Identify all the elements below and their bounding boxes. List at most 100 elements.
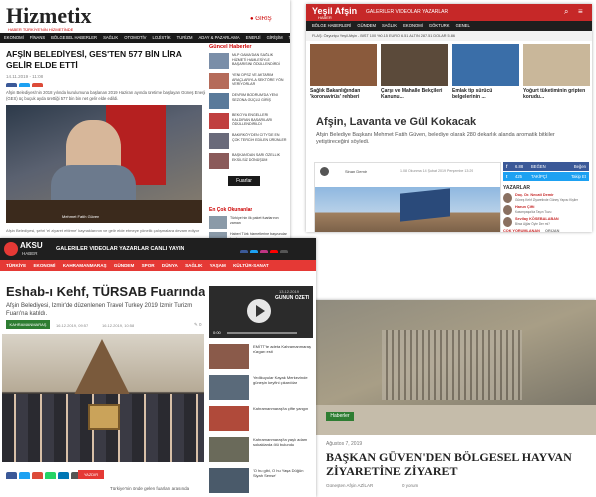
rss-icon[interactable]	[280, 250, 288, 253]
youtube-icon[interactable]	[270, 250, 278, 253]
comment-count[interactable]: ✎ 0	[194, 322, 202, 328]
nav-item[interactable]: CANLI YAYIN	[150, 246, 184, 252]
nav-item[interactable]: GİRİŞİM	[267, 35, 283, 40]
nav-item[interactable]: SAĞLIK	[185, 263, 202, 268]
nav-item[interactable]: TEKNOLOJİ	[289, 35, 290, 40]
side-news-item[interactable]: Yedikuyular Kayak Merkezinde güneşin key…	[209, 373, 313, 402]
nav-item[interactable]: FİNANS	[30, 35, 45, 40]
writer-note: Biraz Ağlar Öyle Der mi?	[515, 222, 550, 226]
nav-item[interactable]: KAHRAMANMARAŞ	[63, 263, 107, 268]
nav-item[interactable]: EKONOMİ	[4, 35, 24, 40]
writer-item[interactable]: Sevilay KÖSEBALABAN Biraz Ağlar Öyle Der …	[503, 217, 589, 228]
hizmetix-nav: EKONOMİ FİNANS BÖLGESEL HABERLER SAĞLIK OTOM…	[0, 33, 290, 43]
category-tag[interactable]: Haberler	[326, 412, 354, 421]
twitter-share-icon[interactable]	[19, 83, 30, 87]
writer-item[interactable]: Doç. Dr. Necati Demir Güneş Kehf Ziyareti…	[503, 193, 589, 204]
featured-card[interactable]: Çarşı ve Mahalle Bekçileri Kanunu...	[381, 44, 448, 109]
side-news-item[interactable]: Kahramanmaraş'ta yaşlı adam sokaklarda ö…	[209, 435, 313, 464]
nav-item[interactable]: TÜRKİYE	[6, 263, 26, 268]
facebook-share-icon[interactable]	[6, 83, 17, 87]
card-title: Emlak tip sürücü belgelerinin ...	[452, 88, 493, 100]
side-news-item[interactable]: 'O hu gibi, O hu Yaşa Düğün Siyah Sense'	[209, 466, 313, 495]
article-headline[interactable]: AFŞİN BELEDİYESİ, GES'TEN 577 BİN LİRA G…	[6, 49, 206, 71]
nav-item[interactable]: VİDEOLAR	[395, 9, 420, 15]
writer-item[interactable]: Harun Çifti Kasımpaşa'da Taşın Tuzu	[503, 205, 589, 216]
card-image	[310, 44, 377, 86]
nav-item[interactable]: EKONOMİ	[33, 263, 55, 268]
writer-name: Sevilay KÖSEBALABAN	[515, 217, 559, 221]
video-progress[interactable]	[227, 332, 297, 334]
featured-card[interactable]: Yoğurt tüketiminin gripten korudu...	[523, 44, 590, 109]
twitter-icon[interactable]	[250, 250, 258, 253]
aksu-logo[interactable]: AKSU	[20, 241, 43, 250]
nav-item[interactable]: SAĞLIK	[103, 35, 118, 40]
article-headline[interactable]: BAŞKAN GÜVEN'DEN BÖLGESEL HAYVAN ZİYARET…	[326, 450, 592, 478]
linkedin-share-icon[interactable]	[58, 472, 69, 479]
award-plaque	[88, 404, 120, 430]
sidebar-list: MLP GAMA'DAN SAĞLIK HİZMETİ HAMLESİYLE B…	[209, 52, 287, 172]
facebook-icon[interactable]	[240, 250, 248, 253]
nav-item[interactable]: GÜNDEM	[357, 23, 376, 28]
nav-item[interactable]: GENEL	[456, 23, 470, 28]
news-thumbnail	[209, 73, 229, 89]
sidebar-news-item[interactable]: YENİ DPSZ VE AKTARIM ARAÇLARIYLA SEKTÖRE…	[209, 72, 287, 91]
login-link[interactable]: ● GİRİŞ	[250, 16, 272, 22]
print-button[interactable]: YAZDIR	[78, 470, 104, 479]
nav-item[interactable]: GÖKTURK	[429, 23, 450, 28]
nav-item[interactable]: SAĞLIK	[382, 23, 397, 28]
nav-item[interactable]: SPOR	[142, 263, 155, 268]
social-counter[interactable]: t 425 TAKİPÇİ Takip Et	[503, 172, 589, 181]
nav-item[interactable]: EKONOMİ	[403, 23, 423, 28]
sidebar-news-item[interactable]: BEKO'YA ENGELLERİ KALDIRAN BASARILARI ÖD…	[209, 112, 287, 131]
article-headline[interactable]: Afşin, Lavanta ve Gül Kokacak	[316, 116, 476, 128]
nav-item[interactable]: KÜLTÜR-SANAT	[233, 263, 269, 268]
sidebar-news-item[interactable]: MLP GAMA'DAN SAĞLIK HİZMETİ HAMLESİYLE B…	[209, 52, 287, 71]
nav-item[interactable]: BÖLGE HABERLERİ	[312, 23, 351, 28]
nav-item[interactable]: ADAY & PAZARLAMA	[198, 35, 239, 40]
category-badge[interactable]: KAHRAMANMARAŞ	[6, 320, 50, 329]
tab[interactable]: ORIJAN	[545, 229, 559, 232]
search-icon[interactable]: ⌕	[564, 7, 568, 17]
nav-item[interactable]: OTOMOTİV	[124, 35, 146, 40]
side-news-item[interactable]: Kahramanmaraş'ta çifte yangın	[209, 404, 313, 433]
sidebar-news-item[interactable]: BAKIRKÖY'DEN CİTY'DE EN ÇOK TERCİH EDİLE…	[209, 132, 287, 151]
instagram-icon[interactable]	[260, 250, 268, 253]
featured-card[interactable]: Sağlık Bakanlığından 'koronavirüs' rehbe…	[310, 44, 377, 109]
nav-item[interactable]: YAZARLAR	[422, 9, 448, 15]
tab[interactable]: ÇOK YORUMLANAN	[503, 229, 540, 232]
featured-card[interactable]: Emlak tip sürücü belgelerinin ...	[452, 44, 519, 109]
nav-item[interactable]: VİDEOLAR	[89, 246, 117, 252]
social-action[interactable]: Beğen	[574, 162, 586, 171]
nav-item[interactable]: GÜNDEM	[114, 263, 134, 268]
most-read-item[interactable]: Türkiye'nin ilk paket fuarlarının zaman	[209, 215, 287, 230]
nav-item[interactable]: LOJİSTİK	[152, 35, 170, 40]
social-action[interactable]: Takip Et	[571, 172, 586, 181]
whatsapp-share-icon[interactable]	[45, 472, 56, 479]
nav-item[interactable]: YAZARLAR	[119, 246, 149, 252]
writer-name: Doç. Dr. Necati Demir	[515, 193, 554, 197]
article-date-published: 16.12.2019, 09:57	[56, 323, 89, 328]
article-comments[interactable]: 0 yorum	[402, 483, 418, 488]
hizmetix-logo[interactable]: Hizmetix	[6, 3, 92, 29]
sidebar-news-item[interactable]: BAŞKAN'DAN SARI ÖZELLİK EKSİLSİZ DÖNÜŞÜM	[209, 152, 287, 171]
facebook-share-icon[interactable]	[6, 472, 17, 479]
google-share-icon[interactable]	[32, 83, 43, 87]
nav-item[interactable]: ENERJİ	[246, 35, 261, 40]
sidebar-news-item[interactable]: DEVRİM BODRUM'DA YENİ SEZONA GÜÇLÜ GİRİŞ	[209, 92, 287, 111]
google-share-icon[interactable]	[32, 472, 43, 479]
play-button[interactable]	[247, 299, 271, 323]
nav-item[interactable]: DÜNYA	[162, 263, 178, 268]
social-counter[interactable]: f 6.88 BEĞEN Beğen	[503, 162, 589, 171]
menu-icon[interactable]: ≡	[578, 7, 583, 16]
news-title: Kahramanmaraş'ta çifte yangın	[253, 406, 309, 411]
nav-item[interactable]: BÖLGESEL HABERLER	[51, 35, 97, 40]
nav-item[interactable]: YAŞAM	[210, 263, 226, 268]
video-player[interactable]: 13.12.2019 GÜNÜN ÖZETİ 0:00	[209, 286, 313, 338]
nav-item[interactable]: GALERİLER	[56, 246, 88, 252]
fuarlar-button[interactable]: Fuarlar	[228, 176, 260, 186]
article-headline[interactable]: Eshab-ı Kehf, TÜRSAB Fuarında	[6, 284, 205, 299]
nav-item[interactable]: TURİZM	[177, 35, 193, 40]
side-news-item[interactable]: EMİTT'te adeta Kahramanmaraş rüzgarı est…	[209, 342, 313, 371]
twitter-share-icon[interactable]	[19, 472, 30, 479]
nav-item[interactable]: GALERİLER	[366, 9, 394, 15]
